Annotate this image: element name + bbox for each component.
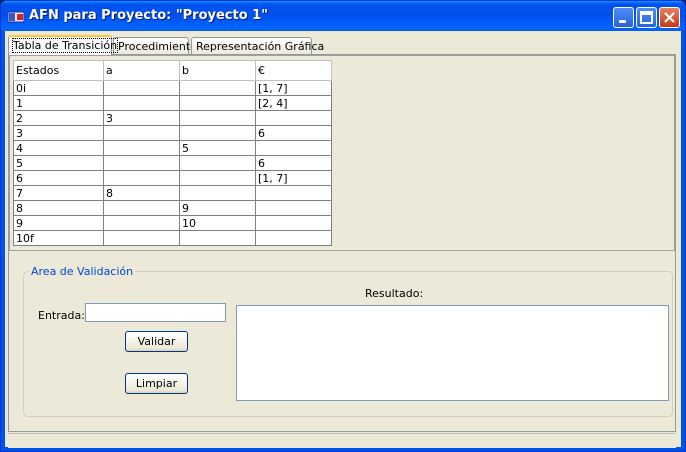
minimize-icon	[619, 20, 626, 23]
table-cell[interactable]	[179, 170, 256, 186]
close-icon	[664, 12, 675, 23]
table-row[interactable]: 0i [1, 7]	[13, 80, 332, 96]
entrada-input[interactable]	[85, 303, 226, 322]
table-cell[interactable]: 2	[13, 110, 104, 126]
column-header-b[interactable]: b	[179, 60, 256, 81]
table-cell[interactable]	[103, 155, 180, 171]
resultado-textarea[interactable]	[236, 305, 669, 401]
table-cell[interactable]: 6	[255, 125, 332, 141]
table-cell[interactable]: 0i	[13, 80, 104, 96]
tab-tabla-de-transicion[interactable]: Tabla de Transición	[8, 35, 119, 55]
tab-panel: Estados a b € 0i [1, 7] 1 [2, 4] 2 3 3 6 4 5 5 6 6 [1…	[8, 54, 676, 432]
table-cell[interactable]: 10	[179, 215, 256, 231]
table-cell[interactable]	[255, 140, 332, 156]
table-cell[interactable]	[103, 200, 180, 216]
column-header-estados[interactable]: Estados	[13, 60, 104, 81]
table-cell[interactable]	[103, 170, 180, 186]
table-cell[interactable]	[103, 125, 180, 141]
status-bar	[8, 433, 676, 448]
table-cell[interactable]	[255, 215, 332, 231]
maximize-button[interactable]	[636, 7, 657, 28]
limpiar-button[interactable]: Limpiar	[125, 373, 188, 394]
table-row[interactable]: 45	[13, 140, 332, 156]
table-cell[interactable]	[179, 110, 256, 126]
close-button[interactable]	[659, 7, 680, 28]
table-cell[interactable]: [1, 7]	[255, 80, 332, 96]
validar-button[interactable]: Validar	[125, 331, 188, 352]
table-header-row: Estados a b €	[13, 60, 332, 81]
entrada-label: Entrada:	[38, 309, 85, 322]
column-header-a[interactable]: a	[103, 60, 180, 81]
column-header-epsilon[interactable]: €	[255, 60, 332, 81]
window-border-right	[681, 31, 685, 451]
app-window: AFN para Proyecto: "Proyecto 1" Tabla de…	[0, 0, 686, 452]
table-row[interactable]: 36	[13, 125, 332, 141]
table-cell[interactable]: 6	[255, 155, 332, 171]
table-row[interactable]: 1 [2, 4]	[13, 95, 332, 111]
title-bar[interactable]: AFN para Proyecto: "Proyecto 1"	[1, 1, 685, 31]
table-row[interactable]: 78	[13, 185, 332, 201]
table-cell[interactable]	[255, 110, 332, 126]
validation-area: Area de Validación Resultado: Entrada: V…	[9, 251, 675, 431]
table-cell[interactable]	[179, 95, 256, 111]
table-cell[interactable]: 5	[179, 140, 256, 156]
table-cell[interactable]: 8	[103, 185, 180, 201]
table-cell[interactable]: 1	[13, 95, 104, 111]
table-cell[interactable]	[103, 80, 180, 96]
table-cell[interactable]: 3	[13, 125, 104, 141]
maximize-icon	[640, 11, 653, 24]
table-cell[interactable]: 4	[13, 140, 104, 156]
table-cell[interactable]: 7	[13, 185, 104, 201]
window-border-left	[1, 31, 5, 451]
tab-label: Tabla de Transición	[11, 38, 119, 53]
table-cell[interactable]	[255, 185, 332, 201]
table-row[interactable]: 56	[13, 155, 332, 171]
table-cell[interactable]	[179, 185, 256, 201]
table-cell[interactable]: 6	[13, 170, 104, 186]
tab-representacion-grafica[interactable]: Representación Gráfica	[191, 37, 324, 54]
table-row[interactable]: 23	[13, 110, 332, 126]
validation-legend: Area de Validación	[29, 265, 136, 278]
table-row[interactable]: 9 10	[13, 215, 332, 231]
table-cell[interactable]	[255, 230, 332, 246]
table-cell[interactable]	[179, 155, 256, 171]
table-cell[interactable]: 8	[13, 200, 104, 216]
table-cell[interactable]	[179, 125, 256, 141]
tab-label: Procedimiento	[118, 40, 197, 53]
table-cell[interactable]	[103, 95, 180, 111]
window-title: AFN para Proyecto: "Proyecto 1"	[29, 8, 269, 23]
resultado-label: Resultado:	[365, 287, 424, 300]
table-cell[interactable]: [1, 7]	[255, 170, 332, 186]
table-cell[interactable]	[103, 215, 180, 231]
table-cell[interactable]	[103, 230, 180, 246]
tab-procedimiento[interactable]: Procedimiento	[113, 37, 197, 54]
tab-label: Representación Gráfica	[196, 40, 325, 53]
table-cell[interactable]	[103, 140, 180, 156]
table-cell[interactable]	[179, 80, 256, 96]
java-cup-icon	[8, 11, 24, 23]
table-cell[interactable]: [2, 4]	[255, 95, 332, 111]
table-cell[interactable]: 10f	[13, 230, 104, 246]
table-cell[interactable]	[255, 200, 332, 216]
table-row[interactable]: 10f	[13, 230, 332, 246]
table-cell[interactable]: 9	[179, 200, 256, 216]
table-cell[interactable]: 3	[103, 110, 180, 126]
table-cell[interactable]	[179, 230, 256, 246]
minimize-button[interactable]	[613, 7, 634, 28]
transition-table: Estados a b € 0i [1, 7] 1 [2, 4] 2 3 3 6 4 5 5 6 6 [1…	[13, 60, 332, 246]
table-cell[interactable]: 9	[13, 215, 104, 231]
table-row[interactable]: 6 [1, 7]	[13, 170, 332, 186]
table-row[interactable]: 89	[13, 200, 332, 216]
table-cell[interactable]: 5	[13, 155, 104, 171]
transition-table-area: Estados a b € 0i [1, 7] 1 [2, 4] 2 3 3 6 4 5 5 6 6 [1…	[9, 55, 675, 251]
